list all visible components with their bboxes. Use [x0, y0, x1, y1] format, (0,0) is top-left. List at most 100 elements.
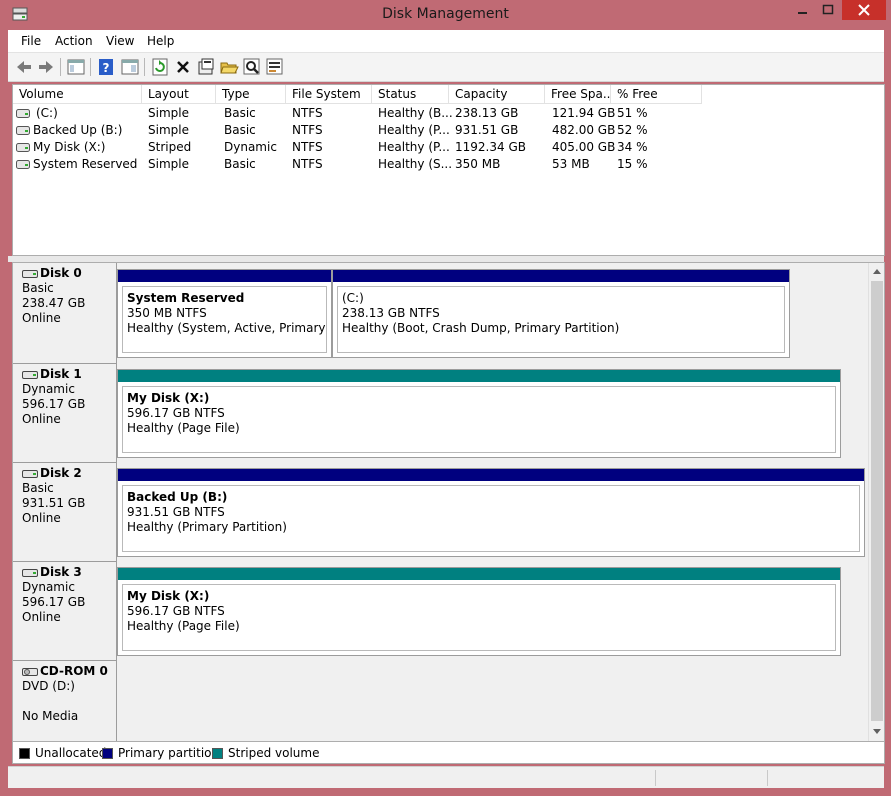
maximize-button[interactable] [816, 0, 840, 20]
partition-status: Healthy (Page File) [127, 421, 240, 435]
window-title: Disk Management [382, 6, 509, 22]
cdrom-state: No Media [22, 709, 79, 723]
volume-free-space: 121.94 GB [552, 106, 616, 120]
disk-management-window: Disk Management File Action View Help ? [0, 0, 891, 796]
legend-swatch [102, 747, 113, 759]
volume-row[interactable]: (C:) Simple Basic NTFS Healthy (B... 238… [13, 105, 713, 122]
toolbar-separator [144, 58, 145, 76]
partition-size: 931.51 GB NTFS [127, 505, 225, 519]
column-header-layout[interactable]: Layout [142, 85, 216, 104]
partition-size: 350 MB NTFS [127, 306, 207, 320]
forward-button[interactable] [36, 57, 56, 77]
cdrom-drive: DVD (D:) [22, 679, 75, 693]
legend-swatch [212, 747, 223, 759]
volume-name: (C:) [36, 106, 58, 120]
show-pane-icon [121, 59, 139, 75]
partition-my-disk-x[interactable]: My Disk (X:) 596.17 GB NTFS Healthy (Pag… [117, 369, 841, 458]
partition-backed-up-b[interactable]: Backed Up (B:) 931.51 GB NTFS Healthy (P… [117, 468, 865, 557]
console-tree-button[interactable] [66, 57, 86, 77]
scroll-down-icon[interactable] [873, 729, 881, 734]
partition-details: My Disk (X:) 596.17 GB NTFS Healthy (Pag… [122, 386, 836, 453]
partition-size: 596.17 GB NTFS [127, 406, 225, 420]
disk-type: Basic [22, 481, 54, 495]
disk-1-label[interactable]: Disk 1 Dynamic 596.17 GB Online [13, 364, 117, 463]
close-button[interactable] [842, 0, 886, 20]
volume-drive-icon [16, 143, 30, 152]
column-header-capacity[interactable]: Capacity [449, 85, 545, 104]
menu-action[interactable]: Action [55, 34, 93, 48]
refresh-icon [152, 58, 168, 76]
volume-drive-icon [16, 126, 30, 135]
delete-button[interactable] [173, 57, 193, 77]
partition-system-reserved[interactable]: System Reserved 350 MB NTFS Healthy (Sys… [117, 269, 332, 358]
vertical-scrollbar[interactable] [868, 263, 884, 741]
menu-file[interactable]: File [21, 34, 41, 48]
show-pane-button[interactable] [120, 57, 140, 77]
search-icon [243, 58, 260, 75]
partition-type-bar [118, 370, 840, 382]
disk-name: Disk 0 [40, 266, 82, 280]
search-button[interactable] [242, 57, 262, 77]
column-header-free-space[interactable]: Free Spa... [545, 85, 611, 104]
partition-type-bar [118, 469, 864, 481]
legend-label: Unallocated [35, 746, 107, 760]
volume-free-space: 405.00 GB [552, 140, 616, 154]
back-button[interactable] [14, 57, 34, 77]
maximize-icon [822, 4, 834, 15]
column-header-percent-free[interactable]: % Free [611, 85, 702, 104]
disk-type: Dynamic [22, 580, 75, 594]
disk-state: Online [22, 610, 61, 624]
volume-percent-free: 34 % [617, 140, 648, 154]
column-header-type[interactable]: Type [216, 85, 286, 104]
volume-row[interactable]: My Disk (X:) Striped Dynamic NTFS Health… [13, 139, 713, 156]
volume-layout: Simple [148, 123, 189, 137]
open-button[interactable] [219, 57, 239, 77]
disk-graphical-pane: Disk 0 Basic 238.47 GB Online System Res… [12, 262, 885, 742]
column-header-status[interactable]: Status [372, 85, 449, 104]
scroll-up-icon[interactable] [873, 269, 881, 274]
volume-row[interactable]: Backed Up (B:) Simple Basic NTFS Healthy… [13, 122, 713, 139]
volume-capacity: 350 MB [455, 157, 501, 171]
minimize-button[interactable] [790, 0, 814, 20]
volume-layout: Simple [148, 157, 189, 171]
properties-icon [198, 58, 214, 75]
volume-layout: Simple [148, 106, 189, 120]
scroll-thumb[interactable] [871, 281, 883, 721]
settings-button[interactable] [265, 57, 285, 77]
disk-size: 596.17 GB [22, 397, 86, 411]
column-header-volume[interactable]: Volume [13, 85, 142, 104]
partition-status: Healthy (Primary Partition) [127, 520, 287, 534]
properties-button[interactable] [196, 57, 216, 77]
menu-help[interactable]: Help [147, 34, 174, 48]
menu-bar: File Action View Help [8, 30, 884, 53]
column-header-file-system[interactable]: File System [286, 85, 372, 104]
help-button[interactable]: ? [96, 57, 116, 77]
disk-3-label[interactable]: Disk 3 Dynamic 596.17 GB Online [13, 562, 117, 661]
volume-row[interactable]: System Reserved Simple Basic NTFS Health… [13, 156, 713, 173]
disk-name: Disk 2 [40, 466, 82, 480]
disk-size: 238.47 GB [22, 296, 86, 310]
disk-0-label[interactable]: Disk 0 Basic 238.47 GB Online [13, 263, 117, 364]
volume-capacity: 1192.34 GB [455, 140, 526, 154]
status-separator [767, 770, 768, 786]
cdrom-0-label[interactable]: CD-ROM 0 DVD (D:) No Media [13, 661, 117, 741]
disk-type: Dynamic [22, 382, 75, 396]
volume-file-system: NTFS [292, 140, 323, 154]
disk-icon [22, 269, 38, 278]
menu-view[interactable]: View [106, 34, 134, 48]
legend-label: Striped volume [228, 746, 320, 760]
partition-my-disk-x[interactable]: My Disk (X:) 596.17 GB NTFS Healthy (Pag… [117, 567, 841, 656]
disk-icon [22, 370, 38, 379]
legend-label: Primary partition [118, 746, 220, 760]
disk-icon [22, 568, 38, 577]
partition-c[interactable]: (C:) 238.13 GB NTFS Healthy (Boot, Crash… [332, 269, 790, 358]
disk-state: Online [22, 412, 61, 426]
disk-name: Disk 1 [40, 367, 82, 381]
volume-capacity: 931.51 GB [455, 123, 519, 137]
partition-details: My Disk (X:) 596.17 GB NTFS Healthy (Pag… [122, 584, 836, 651]
volume-list[interactable]: Volume Layout Type File System Status Ca… [12, 84, 885, 256]
back-arrow-icon [17, 61, 31, 73]
disk-2-label[interactable]: Disk 2 Basic 931.51 GB Online [13, 463, 117, 562]
title-bar[interactable]: Disk Management [0, 0, 891, 30]
refresh-button[interactable] [150, 57, 170, 77]
